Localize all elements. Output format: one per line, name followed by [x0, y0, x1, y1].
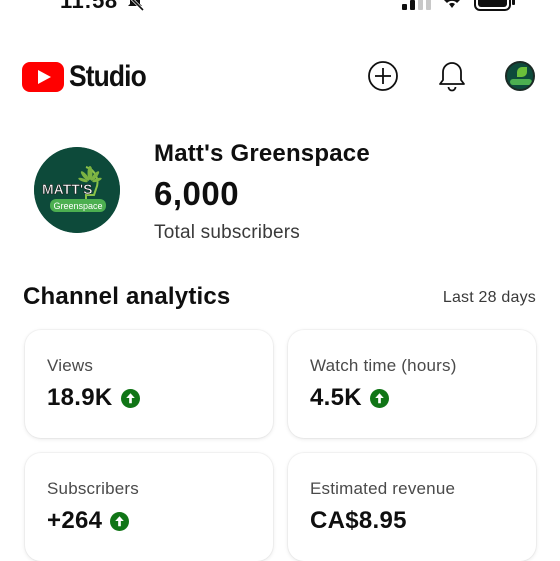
avatar-text-top: MATT'S: [42, 181, 93, 197]
date-range: Last 28 days: [442, 289, 536, 306]
create-icon: [368, 61, 398, 91]
logo-text: Studio: [69, 60, 147, 93]
youtube-logo-icon: [22, 62, 64, 92]
subscriber-label: Total subscribers: [154, 222, 300, 243]
revenue-card[interactable]: Estimated revenue CA$8.95: [288, 453, 536, 561]
status-time: 11:58: [60, 0, 118, 13]
card-label: Estimated revenue: [310, 479, 456, 498]
analytics-title: Channel analytics: [23, 283, 231, 310]
account-avatar-button[interactable]: [503, 59, 537, 93]
card-value: 18.9K: [47, 384, 113, 411]
subscriber-count: 6,000: [154, 175, 240, 212]
leaf-icon: [517, 67, 527, 77]
studio-logo[interactable]: Studio: [22, 60, 156, 94]
trend-up-icon: [120, 388, 140, 408]
avatar-text-band: Greenspace: [53, 201, 102, 211]
analytics-header: Channel analytics Last 28 days: [0, 283, 560, 315]
channel-logo: MATT'S Greenspace: [34, 147, 120, 233]
card-value: CA$8.95: [310, 507, 407, 534]
views-card[interactable]: Views 18.9K: [25, 330, 273, 438]
watch-time-card[interactable]: Watch time (hours) 4.5K: [288, 330, 536, 438]
bell-slash-icon: [128, 0, 145, 12]
subscribers-card[interactable]: Subscribers +264: [25, 453, 273, 561]
notifications-button[interactable]: [435, 59, 469, 93]
cellular-signal-icon: [402, 0, 431, 10]
card-value: 4.5K: [310, 384, 362, 411]
create-button[interactable]: [366, 59, 400, 93]
app-header: Studio: [0, 50, 560, 106]
battery-icon: [474, 0, 515, 11]
card-label: Subscribers: [47, 479, 139, 498]
channel-avatar[interactable]: MATT'S Greenspace: [34, 147, 120, 233]
bell-icon: [439, 62, 465, 92]
channel-name: Matt's Greenspace: [154, 140, 370, 167]
account-avatar: [505, 61, 535, 91]
card-value: +264: [47, 507, 103, 534]
avatar-band: [510, 79, 532, 85]
wifi-icon: [444, 0, 460, 8]
channel-summary: MATT'S Greenspace Matt's Greenspace 6,00…: [0, 135, 560, 245]
card-label: Views: [47, 356, 94, 375]
trend-up-icon: [110, 511, 130, 531]
status-bar: 11:58: [0, 0, 560, 14]
card-label: Watch time (hours): [310, 356, 457, 375]
trend-up-icon: [369, 388, 389, 408]
